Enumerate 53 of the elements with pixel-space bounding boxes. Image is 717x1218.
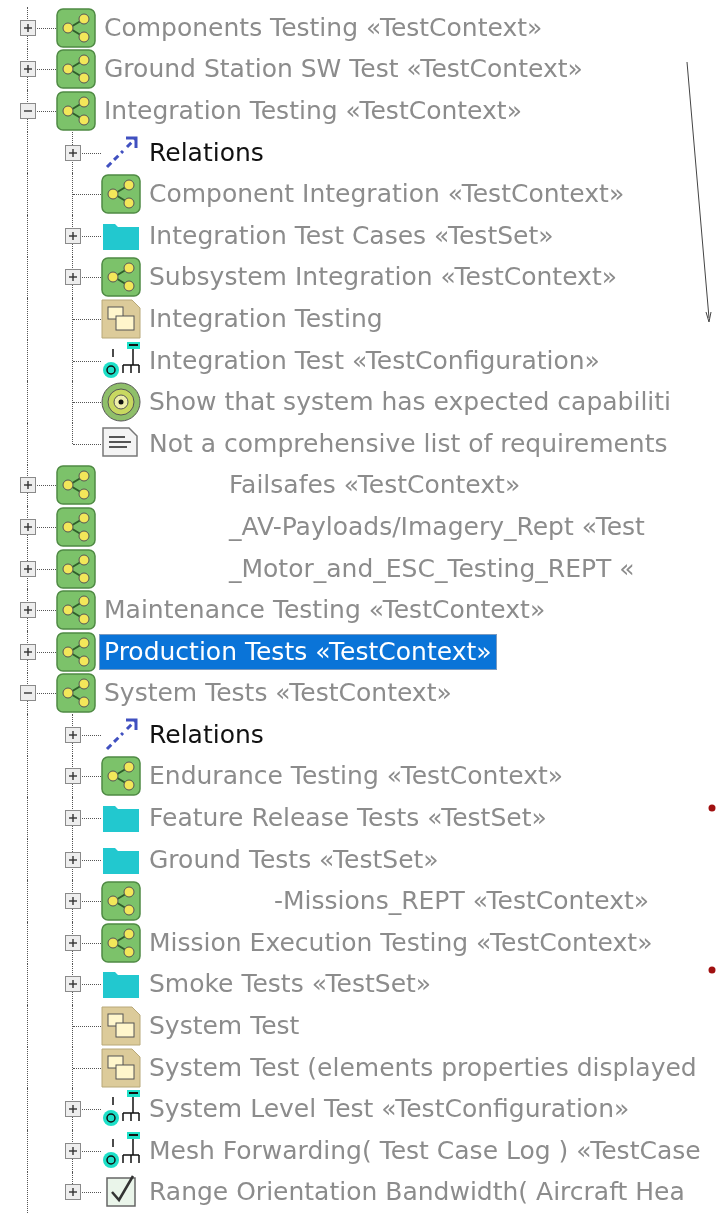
tree-item-label[interactable]: Show that system has expected capabiliti [145, 385, 676, 420]
tree-item-label[interactable]: System Level Test «TestConfiguration» [145, 1092, 634, 1127]
tree-item-label[interactable]: Ground Station SW Test «TestContext» [100, 52, 587, 87]
expander-icon[interactable] [20, 560, 36, 577]
expander-icon[interactable] [65, 269, 81, 286]
tree-item-label[interactable]: System Test (elements properties displayed [145, 1050, 701, 1085]
tree-item-label[interactable]: Component Integration «TestContext» [145, 177, 629, 212]
tree-item-label[interactable]: Integration Test «TestConfiguration» [145, 343, 604, 378]
tree-item-label[interactable]: Range Orientation Bandwidth( Aircraft Hea [145, 1175, 689, 1210]
expander-icon[interactable] [65, 851, 81, 868]
expander-icon[interactable] [65, 144, 81, 161]
expander-icon[interactable] [20, 19, 36, 36]
tree-item-label[interactable]: Not a comprehensive list of requirements [145, 426, 672, 461]
tree-item-label[interactable]: Failsafes «TestContext» [225, 468, 525, 503]
expander-icon[interactable] [20, 103, 36, 119]
tree-item-label[interactable]: Mission Execution Testing «TestContext» [145, 925, 657, 960]
tree-item-label[interactable]: Ground Tests «TestSet» [145, 842, 443, 877]
expander-icon[interactable] [65, 934, 81, 951]
tree-item-label[interactable]: Integration Testing [145, 301, 387, 336]
tree-item-label[interactable]: Subsystem Integration «TestContext» [145, 260, 621, 295]
marker-dot [708, 966, 716, 974]
expander-icon[interactable] [65, 1101, 81, 1118]
tree-item-label[interactable]: Feature Release Tests «TestSet» [145, 801, 551, 836]
tree-item-label[interactable]: Components Testing «TestContext» [100, 10, 547, 45]
expander-icon[interactable] [65, 976, 81, 993]
tree-item-label[interactable]: Endurance Testing «TestContext» [145, 759, 568, 794]
tree-item-label[interactable]: Relations [145, 717, 268, 752]
tree-item-label[interactable]: Production Tests «TestContext» [100, 634, 496, 669]
expander-icon[interactable] [65, 893, 81, 910]
expander-icon[interactable] [65, 1142, 81, 1159]
expander-icon[interactable] [65, 1184, 81, 1201]
marker-dot [708, 804, 716, 812]
expander-icon[interactable] [65, 227, 81, 244]
tree-item-label[interactable]: Maintenance Testing «TestContext» [100, 593, 550, 628]
tree-item-label[interactable]: Relations [145, 135, 268, 170]
expander-icon[interactable] [65, 810, 81, 827]
tree-item-label[interactable]: Smoke Tests «TestSet» [145, 967, 436, 1002]
tree-item-label[interactable]: _AV-Payloads/Imagery_Rept «Test [225, 509, 649, 544]
expander-icon[interactable] [20, 477, 36, 494]
expander-icon[interactable] [65, 726, 81, 743]
expander-icon[interactable] [65, 768, 81, 785]
tree-item-label[interactable]: Mesh Forwarding( Test Case Log ) «TestCase [145, 1133, 705, 1168]
tree-item-label[interactable]: Integration Test Cases «TestSet» [145, 218, 558, 253]
tree-item-label[interactable]: Integration Testing «TestContext» [100, 94, 526, 128]
tree-item-label[interactable]: System Tests «TestContext» [100, 676, 456, 711]
expander-icon[interactable] [20, 518, 36, 535]
expander-icon[interactable] [20, 685, 36, 702]
expander-icon[interactable] [20, 602, 36, 619]
expander-icon[interactable] [20, 61, 36, 78]
tree-item-label[interactable]: System Test [145, 1009, 304, 1044]
tree-item-label[interactable]: _Motor_and_ESC_Testing_REPT « [225, 551, 639, 586]
tree-item-label[interactable]: -Missions_REPT «TestContext» [270, 884, 654, 919]
expander-icon[interactable] [20, 643, 36, 660]
